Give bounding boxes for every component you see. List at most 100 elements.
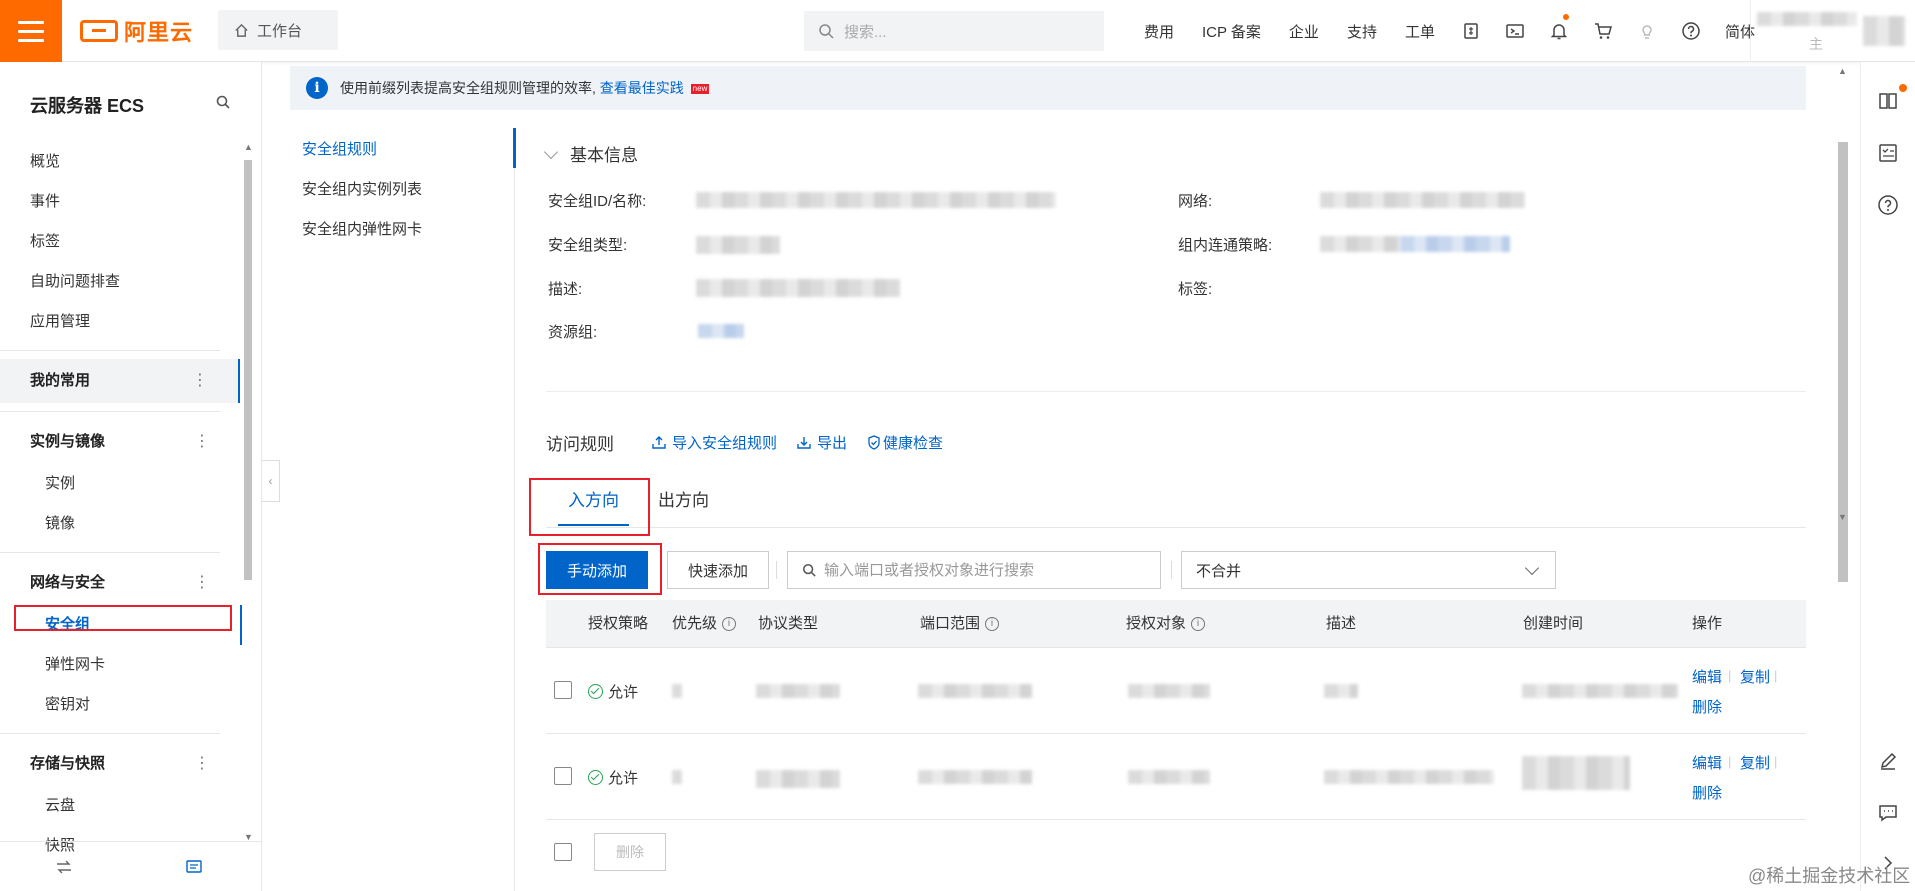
sidebar-footer — [0, 841, 262, 891]
sidebar-item-troubleshoot[interactable]: 自助问题排查 — [0, 262, 240, 302]
copy-link[interactable]: 复制 — [1740, 666, 1770, 687]
checklist-icon[interactable] — [1877, 142, 1899, 164]
group-label: 实例与镜像 — [30, 433, 106, 450]
workbench-label: 工作台 — [257, 22, 303, 40]
cart-icon[interactable] — [1581, 0, 1625, 62]
nav-enterprise[interactable]: 企业 — [1275, 21, 1333, 42]
value-type-blurred — [696, 236, 780, 254]
edit-link[interactable]: 编辑 — [1692, 752, 1722, 773]
separator — [776, 561, 777, 579]
scroll-thumb[interactable] — [244, 160, 252, 580]
label-id-name: 安全组ID/名称: — [548, 193, 647, 210]
search-icon[interactable] — [215, 94, 231, 110]
description-blurred — [1324, 684, 1358, 698]
sidebar-item-images[interactable]: 镜像 — [0, 504, 240, 544]
highlight-box-security-group — [14, 605, 232, 631]
help-icon[interactable] — [1669, 0, 1713, 62]
row-checkbox[interactable] — [554, 767, 572, 785]
rule-search-input[interactable] — [824, 561, 1144, 579]
main-scrollbar[interactable]: ▲ ▼ — [1836, 62, 1850, 891]
subnav-instances[interactable]: 安全组内实例列表 — [290, 170, 516, 210]
user-avatar-blurred — [1863, 16, 1905, 46]
help-icon[interactable] — [1877, 194, 1899, 216]
rule-search-field[interactable] — [787, 551, 1161, 589]
select-all-checkbox[interactable] — [554, 843, 572, 861]
sidebar-group-network[interactable]: 网络与安全 ⋮ — [0, 561, 240, 605]
chip-icon[interactable] — [1449, 0, 1493, 62]
copy-link[interactable]: 复制 — [1740, 752, 1770, 773]
global-search[interactable]: 搜索... — [804, 11, 1104, 51]
export-button[interactable]: 导出 — [797, 432, 847, 453]
import-rules-button[interactable]: 导入安全组规则 — [652, 432, 777, 453]
sidebar-scrollbar[interactable]: ▲ ▼ — [242, 142, 254, 842]
health-check-button[interactable]: 健康检查 — [867, 432, 943, 453]
sidebar-collapse-icon[interactable]: ‹ — [262, 460, 280, 502]
workbench-button[interactable]: 工作台 — [218, 10, 338, 50]
separator: | — [1774, 754, 1778, 769]
separator: | — [1728, 754, 1732, 769]
nav-icp[interactable]: ICP 备案 — [1188, 21, 1275, 42]
col-actions: 操作 — [1692, 615, 1723, 632]
bell-icon[interactable] — [1537, 0, 1581, 62]
col-description: 描述 — [1326, 615, 1357, 632]
delete-link[interactable]: 删除 — [1692, 696, 1722, 717]
book-icon[interactable] — [1877, 90, 1899, 112]
lightbulb-icon[interactable] — [1625, 0, 1669, 62]
search-icon — [802, 563, 816, 577]
sidebar-item-keypairs[interactable]: 密钥对 — [0, 685, 240, 725]
subnav-rules[interactable]: 安全组规则 — [290, 130, 516, 170]
menu-icon[interactable] — [0, 0, 62, 62]
edit-icon[interactable] — [1877, 750, 1899, 772]
row-checkbox[interactable] — [554, 681, 572, 699]
sidebar-group-favorites[interactable]: 我的常用 ⋮ — [0, 359, 240, 403]
sidebar-item-app-management[interactable]: 应用管理 — [0, 302, 240, 342]
col-priority-label: 优先级 — [672, 615, 718, 632]
sidebar-item-overview[interactable]: 概览 — [0, 142, 240, 182]
help-icon[interactable]: i — [722, 617, 737, 631]
sidebar-item-tags[interactable]: 标签 — [0, 222, 240, 262]
user-account[interactable]: 主 — [1750, 0, 1915, 62]
tab-outbound[interactable]: 出方向 — [658, 480, 709, 528]
bulk-delete-button[interactable]: 删除 — [594, 833, 666, 871]
sidebar-group-instances[interactable]: 实例与镜像 ⋮ — [0, 420, 240, 464]
more-icon[interactable]: ⋮ — [194, 742, 210, 786]
quick-add-button[interactable]: 快速添加 — [667, 551, 769, 589]
separator: | — [1774, 668, 1778, 683]
scroll-up-icon[interactable]: ▲ — [244, 142, 253, 152]
help-icon[interactable]: i — [1191, 617, 1206, 631]
highlight-box-inbound-tab — [529, 478, 650, 536]
merge-select[interactable]: 不合并 — [1181, 551, 1556, 589]
nav-fees[interactable]: 费用 — [1130, 21, 1188, 42]
sidebar-title: 云服务器 ECS — [30, 96, 145, 116]
more-icon[interactable]: ⋮ — [194, 420, 210, 464]
message-icon[interactable] — [186, 860, 202, 874]
aliyun-logo[interactable]: 阿里云 — [80, 16, 193, 46]
edit-link[interactable]: 编辑 — [1692, 666, 1722, 687]
scroll-down-icon[interactable]: ▼ — [1838, 512, 1847, 522]
switch-icon[interactable] — [56, 860, 72, 874]
value-desc-blurred — [696, 279, 900, 297]
nav-support[interactable]: 支持 — [1333, 21, 1391, 42]
sidebar-item-disks[interactable]: 云盘 — [0, 786, 240, 826]
sidebar-item-events[interactable]: 事件 — [0, 182, 240, 222]
basic-info-header[interactable]: 基本信息 — [543, 141, 638, 166]
terminal-icon[interactable] — [1493, 0, 1537, 62]
sidebar-item-eni[interactable]: 弹性网卡 — [0, 645, 240, 685]
help-icon[interactable]: i — [985, 617, 1000, 631]
sidebar-item-instances[interactable]: 实例 — [0, 464, 240, 504]
value-resource-group-blurred[interactable] — [698, 324, 744, 338]
best-practice-link[interactable]: 查看最佳实践 — [600, 80, 684, 96]
more-icon[interactable]: ⋮ — [192, 359, 208, 403]
scroll-up-icon[interactable]: ▲ — [1838, 66, 1847, 76]
col-priority: 优先级 i — [672, 600, 737, 648]
value-policy-link-blurred[interactable] — [1400, 236, 1510, 252]
chat-icon[interactable] — [1877, 802, 1899, 824]
more-icon[interactable]: ⋮ — [194, 561, 210, 605]
delete-link[interactable]: 删除 — [1692, 782, 1722, 803]
table-row: 允许 编辑 | 复制 | 删除 — [546, 648, 1806, 734]
auth-object-blurred — [1128, 770, 1210, 784]
subnav-enis[interactable]: 安全组内弹性网卡 — [290, 210, 516, 250]
notification-dot — [1899, 84, 1907, 92]
nav-ticket[interactable]: 工单 — [1391, 21, 1449, 42]
sidebar-group-storage[interactable]: 存储与快照 ⋮ — [0, 742, 240, 786]
